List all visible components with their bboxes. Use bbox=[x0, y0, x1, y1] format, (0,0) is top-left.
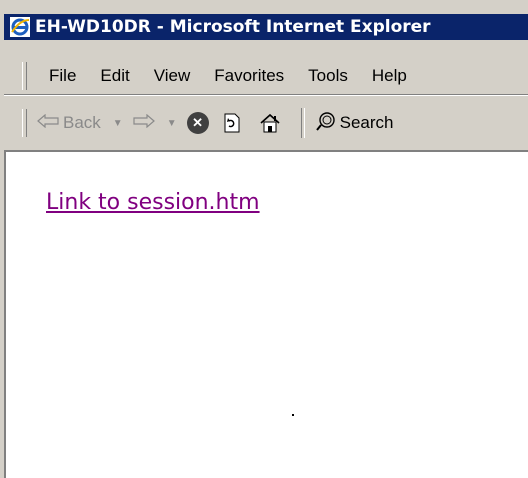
standard-toolbar: Back ▼ ▼ ✕ Search bbox=[4, 95, 528, 151]
menu-view[interactable]: View bbox=[142, 66, 203, 86]
menu-tools[interactable]: Tools bbox=[296, 66, 360, 86]
search-label: Search bbox=[339, 113, 394, 132]
internet-explorer-icon bbox=[10, 17, 30, 37]
back-dropdown-icon[interactable]: ▼ bbox=[113, 118, 123, 129]
search-button[interactable]: Search bbox=[315, 110, 394, 137]
forward-arrow-icon bbox=[133, 113, 155, 133]
stop-icon[interactable]: ✕ bbox=[186, 112, 209, 134]
home-icon[interactable] bbox=[259, 112, 281, 134]
refresh-icon[interactable] bbox=[221, 112, 243, 134]
menubar-grip[interactable] bbox=[22, 62, 27, 90]
menu-file[interactable]: File bbox=[37, 66, 88, 86]
menu-bar: File Edit View Favorites Tools Help bbox=[4, 58, 528, 95]
toolbar-separator bbox=[300, 108, 305, 138]
search-icon bbox=[315, 110, 337, 137]
menu-help[interactable]: Help bbox=[360, 66, 419, 86]
forward-dropdown-icon[interactable]: ▼ bbox=[167, 118, 177, 129]
back-button[interactable]: Back bbox=[37, 113, 101, 133]
toolbar-grip[interactable] bbox=[22, 109, 27, 137]
back-arrow-icon bbox=[37, 113, 59, 133]
window-title: EH-WD10DR - Microsoft Internet Explorer bbox=[35, 17, 431, 37]
menu-edit[interactable]: Edit bbox=[88, 66, 141, 86]
stray-pixel bbox=[292, 414, 294, 416]
page-content: Link to session.htm bbox=[4, 150, 528, 478]
session-link[interactable]: Link to session.htm bbox=[46, 190, 260, 215]
menu-favorites[interactable]: Favorites bbox=[202, 66, 296, 86]
back-label: Back bbox=[63, 113, 101, 132]
browser-window: EH-WD10DR - Microsoft Internet Explorer … bbox=[0, 0, 528, 478]
title-bar[interactable]: EH-WD10DR - Microsoft Internet Explorer bbox=[4, 14, 528, 40]
forward-button[interactable] bbox=[133, 113, 155, 133]
